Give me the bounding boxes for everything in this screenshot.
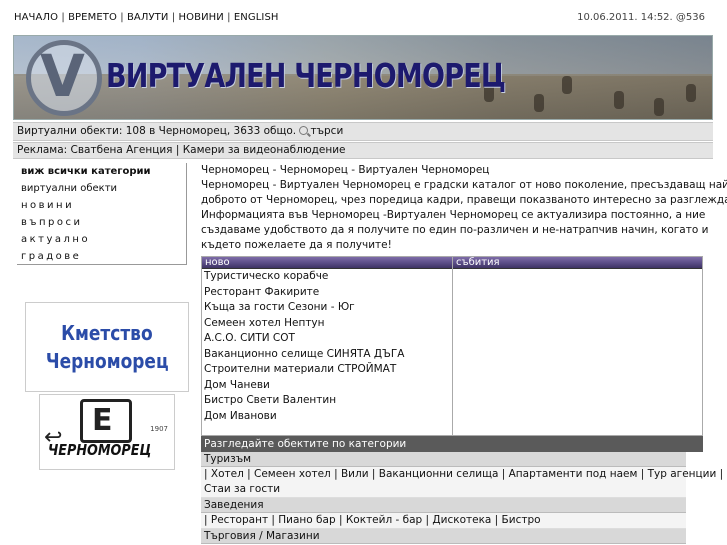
category-links-venues: | Ресторант | Пиано бар | Коктейл - бар … — [201, 513, 686, 529]
category-group-venues[interactable]: Заведения — [201, 498, 686, 513]
new-column: ново Туристическо корабче Ресторант Факи… — [202, 257, 453, 435]
menu-item-all-categories[interactable]: виж всички категории — [17, 163, 186, 180]
club-emblem-letter-icon: Е — [92, 403, 113, 438]
nav-link-english[interactable]: ENGLISH — [234, 12, 279, 23]
new-and-events-panel: ново Туристическо корабче Ресторант Факи… — [201, 256, 703, 436]
intro-line: Черноморец - Виртуален Черноморец е град… — [201, 179, 727, 191]
intro-text: Черноморец - Черноморец - Виртуален Черн… — [201, 163, 727, 253]
category-links-row[interactable]: | Хотел | Семеен хотел | Вили | Ваканцио… — [204, 467, 723, 482]
list-item[interactable]: Къща за гости Сезони - Юг — [202, 300, 452, 316]
category-group-shops[interactable]: Търговия / Магазини — [201, 529, 686, 544]
events-column-header: събития — [453, 257, 702, 269]
site-banner[interactable]: V ВИРТУАЛЕН ЧЕРНОМОРЕЦ — [13, 35, 713, 120]
municipality-line1: Кметство — [61, 321, 153, 345]
menu-item-questions[interactable]: въпроси — [17, 214, 186, 231]
nav-link-news[interactable]: НОВИНИ — [179, 12, 224, 23]
nav-separator: | — [116, 12, 127, 23]
banner-figure — [534, 94, 544, 112]
events-column: събития — [453, 257, 702, 435]
banner-figure — [562, 76, 572, 94]
municipality-banner[interactable]: Кметство Черноморец — [25, 302, 189, 392]
ad-link-cctv-cameras[interactable]: Камери за видеонаблюдение — [183, 144, 346, 156]
menu-item-news[interactable]: новини — [17, 197, 186, 214]
date-time-stamp: 10.06.2011. 14:52. @536 — [577, 12, 705, 23]
search-link[interactable]: търси — [310, 125, 343, 137]
list-item[interactable]: А.С.О. СИТИ СОТ — [202, 331, 452, 347]
menu-item-current[interactable]: актуално — [17, 231, 186, 248]
nav-link-weather[interactable]: ВРЕМЕТО — [68, 12, 117, 23]
menu-item-towns[interactable]: градове — [17, 248, 186, 264]
nav-separator: | — [223, 12, 234, 23]
list-item[interactable]: Семеен хотел Нептун — [202, 316, 452, 332]
intro-line: доброто от Черноморец, чрез поредица кад… — [201, 194, 727, 206]
chernomorets-club-logo[interactable]: Е ↩ 1907 ЧЕРНОМОРЕЦ — [39, 394, 175, 470]
categories-header: Разгледайте обектите по категории — [201, 436, 703, 452]
ad-link-wedding-agency[interactable]: Сватбена Агенция — [71, 144, 173, 156]
intro-line: Черноморец - Черноморец - Виртуален Черн… — [201, 164, 490, 176]
municipality-line2: Черноморец — [45, 349, 169, 373]
site-logo-letter: V — [40, 42, 85, 110]
category-links-tourism: | Хотел | Семеен хотел | Вили | Ваканцио… — [201, 467, 723, 498]
objects-count-text: Виртуални обекти: 108 в Черноморец, 3633… — [17, 125, 297, 137]
list-item[interactable]: Дом Иванови — [202, 409, 452, 425]
ads-prefix: Реклама: — [17, 144, 68, 156]
list-item[interactable]: Ваканционно селище СИНЯТА ДЪГА — [202, 347, 452, 363]
new-column-header: ново — [202, 257, 452, 269]
intro-line: където пожелаете да я получите! — [201, 239, 392, 251]
banner-figure — [686, 84, 696, 102]
top-navigation: НАЧАЛО | ВРЕМЕТО | ВАЛУТИ | НОВИНИ | ENG… — [14, 12, 279, 23]
menu-item-virtual-objects[interactable]: виртуални обекти — [17, 180, 186, 197]
category-group-tourism[interactable]: Туризъм — [201, 452, 686, 467]
new-items-list: Туристическо корабче Ресторант Факирите … — [202, 269, 452, 424]
intro-line: Информацията във Черноморец -Виртуален Ч… — [201, 209, 706, 221]
magnifier-icon[interactable] — [299, 126, 309, 135]
objects-bar: Виртуални обекти: 108 в Черноморец, 3633… — [13, 122, 713, 141]
list-item[interactable]: Туристическо корабче — [202, 269, 452, 285]
list-item[interactable]: Строителни материали СТРОЙМАТ — [202, 362, 452, 378]
club-wordmark: ЧЕРНОМОРЕЦ — [48, 441, 152, 459]
list-item[interactable]: Бистро Свети Валентин — [202, 393, 452, 409]
ads-bar: Реклама: Сватбена Агенция | Камери за ви… — [13, 142, 713, 159]
banner-figure — [614, 91, 624, 109]
left-menu: виж всички категории виртуални обекти но… — [17, 163, 187, 265]
list-item[interactable]: Ресторант Факирите — [202, 285, 452, 301]
nav-separator: | — [168, 12, 179, 23]
categories-panel: Разгледайте обектите по категории Туризъ… — [201, 436, 723, 544]
nav-link-currencies[interactable]: ВАЛУТИ — [127, 12, 169, 23]
intro-line: създаваме удобството да я получите по ед… — [201, 224, 709, 236]
site-title: ВИРТУАЛЕН ЧЕРНОМОРЕЦ — [106, 56, 506, 95]
banner-figure — [654, 98, 664, 116]
category-links-row[interactable]: | Ресторант | Пиано бар | Коктейл - бар … — [204, 513, 686, 528]
nav-link-home[interactable]: НАЧАЛО — [14, 12, 58, 23]
list-item[interactable]: Дом Чаневи — [202, 378, 452, 394]
club-year: 1907 — [150, 425, 168, 433]
nav-separator: | — [58, 12, 69, 23]
category-links-row[interactable]: Стаи за гости — [204, 482, 686, 497]
